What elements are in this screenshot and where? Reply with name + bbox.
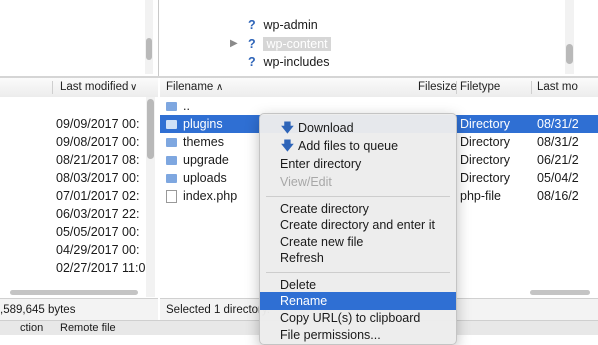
menu-item-download[interactable]: 🡇 Download <box>260 119 456 137</box>
local-row-date: 08/21/2017 08: <box>56 153 140 167</box>
remote-list-header: Filename ∧ Filesize Filetype Last mo <box>160 78 598 98</box>
menu-item-enter-directory[interactable]: Enter directory <box>260 155 456 173</box>
folder-icon <box>166 138 177 147</box>
unknown-folder-icon: ? <box>248 18 256 32</box>
local-list-scroll-thumb[interactable] <box>147 99 154 159</box>
local-file-list[interactable]: 09/09/2017 00: 09/08/2017 00: 08/21/2017… <box>0 97 158 297</box>
expand-arrow-icon[interactable]: ▶ <box>230 38 238 49</box>
local-row-date: 07/01/2017 02: <box>56 189 140 203</box>
context-menu: 🡇 Download 🡇 Add files to queue Enter di… <box>259 113 457 345</box>
local-row-date: 04/29/2017 00: <box>56 243 140 257</box>
folder-icon <box>166 174 177 183</box>
download-arrow-icon: 🡇 <box>281 139 294 153</box>
tree-item-wp-content[interactable]: ? wp-content <box>248 35 331 53</box>
remote-list-hscroll-thumb[interactable] <box>530 290 590 295</box>
column-filename[interactable]: Filename <box>166 78 213 97</box>
local-row-date: 06/03/2017 22: <box>56 207 140 221</box>
column-filetype[interactable]: Filetype <box>460 78 500 97</box>
menu-item-copy-urls[interactable]: Copy URL(s) to clipboard <box>260 309 456 327</box>
local-status-text: ,589,645 bytes <box>0 304 76 316</box>
local-row-date: 09/09/2017 00: <box>56 117 140 131</box>
column-divider <box>52 81 53 94</box>
folder-icon <box>166 102 177 111</box>
queue-column-direction[interactable]: ction <box>20 321 43 335</box>
sort-desc-icon[interactable]: ∨ <box>130 78 137 97</box>
download-arrow-icon: 🡇 <box>281 121 294 135</box>
local-list-scrollbar[interactable] <box>146 97 155 297</box>
local-row-date: 09/08/2017 00: <box>56 135 140 149</box>
remote-tree-scrollbar[interactable] <box>565 0 574 74</box>
local-status-bar: ,589,645 bytes <box>0 298 158 321</box>
local-list-header: Last modified ∨ <box>0 78 158 98</box>
tree-item-wp-admin[interactable]: ? wp-admin <box>248 16 318 34</box>
remote-status-text: Selected 1 directory. <box>166 304 270 316</box>
local-tree-pane[interactable] <box>0 0 159 76</box>
menu-item-add-to-queue[interactable]: 🡇 Add files to queue <box>260 137 456 155</box>
menu-item-refresh[interactable]: Refresh <box>260 249 456 267</box>
file-icon <box>166 190 177 203</box>
menu-item-rename[interactable]: Rename <box>260 292 456 310</box>
column-last-modified[interactable]: Last modified <box>60 78 128 97</box>
menu-separator <box>266 272 450 273</box>
sort-asc-icon[interactable]: ∧ <box>216 78 223 97</box>
folder-icon <box>166 120 177 129</box>
unknown-folder-icon: ? <box>248 37 256 51</box>
local-row-date: 08/03/2017 00: <box>56 171 140 185</box>
remote-tree-scroll-thumb[interactable] <box>566 44 573 64</box>
remote-tree-pane[interactable]: ? wp-admin ▶ ? wp-content ? wp-includes <box>160 0 598 76</box>
menu-item-view-edit: View/Edit <box>280 175 332 189</box>
unknown-folder-icon: ? <box>248 55 256 69</box>
column-filesize[interactable]: Filesize <box>418 78 457 97</box>
folder-icon <box>166 156 177 165</box>
local-row-date: 02/27/2017 11:0 <box>56 261 146 275</box>
menu-separator <box>266 196 450 197</box>
menu-item-file-permissions[interactable]: File permissions... <box>260 326 456 344</box>
column-divider <box>456 81 457 94</box>
queue-column-remote-file[interactable]: Remote file <box>60 321 116 335</box>
local-list-hscroll-thumb[interactable] <box>10 290 138 295</box>
local-tree-scrollbar[interactable] <box>145 0 153 74</box>
column-last-modified-remote[interactable]: Last mo <box>537 78 578 97</box>
menu-item-create-directory-enter[interactable]: Create directory and enter it <box>260 216 456 234</box>
column-divider <box>531 81 532 94</box>
local-tree-scroll-thumb[interactable] <box>146 38 152 60</box>
tree-item-wp-includes[interactable]: ? wp-includes <box>248 53 330 71</box>
local-row-date: 05/05/2017 00: <box>56 225 140 239</box>
